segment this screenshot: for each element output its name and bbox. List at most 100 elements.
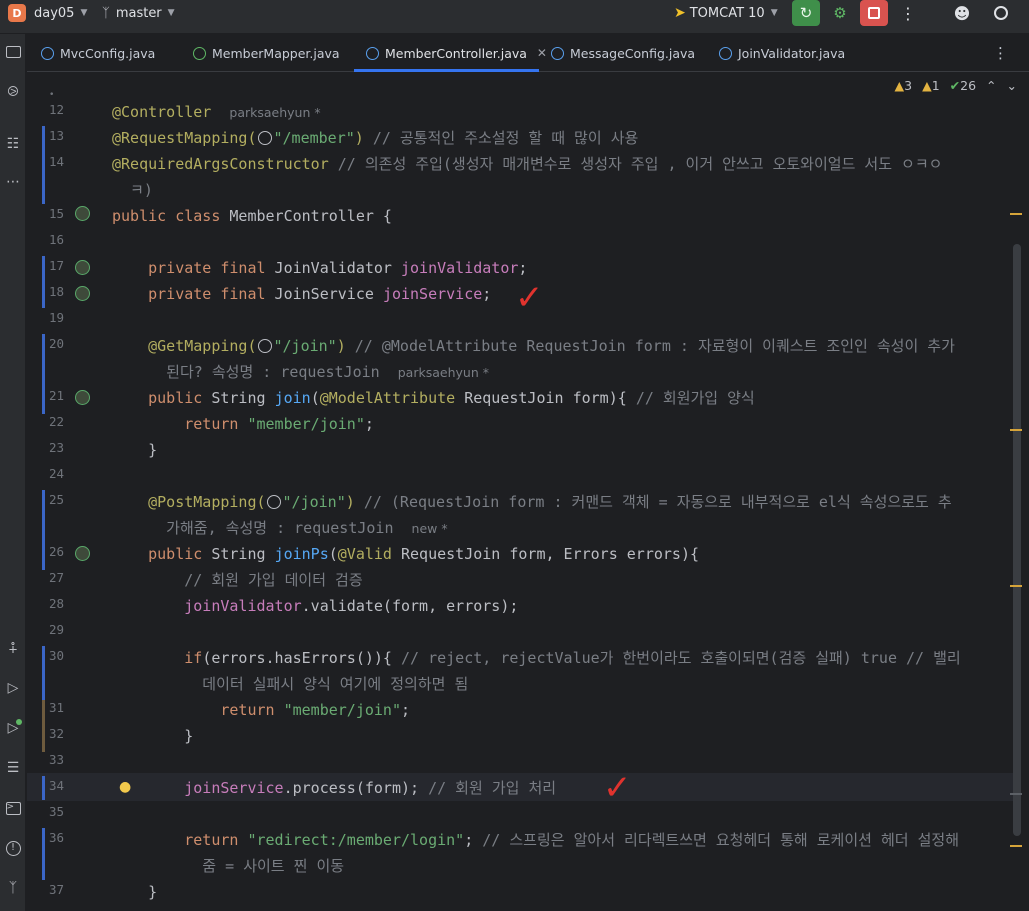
code-line-28[interactable]: joinValidator.validate(form, errors); [112, 596, 518, 616]
add-user-button[interactable]: ☻ [948, 0, 976, 26]
class-icon [41, 46, 54, 60]
more-vertical-icon: ⋮ [993, 44, 1008, 62]
run-config-selector[interactable]: ➤ TOMCAT 10 ▼ [674, 0, 778, 26]
more-actions-button[interactable]: ⋮ [894, 0, 922, 26]
marker[interactable] [1010, 793, 1022, 795]
vcs-change-bar[interactable] [42, 776, 45, 800]
code-line-26[interactable]: public String joinPs(@Valid RequestJoin … [112, 544, 699, 564]
vcs-change-bar[interactable] [42, 700, 45, 752]
code-line-30[interactable]: if(errors.hasErrors()){ // reject, rejec… [112, 648, 960, 668]
code-line-14-wrap[interactable]: ㅋ) [112, 180, 153, 200]
warning-icon: ▲ [894, 78, 905, 93]
code-line-14[interactable]: @RequiredArgsConstructor // 의존성 주입(생성자 매… [112, 154, 942, 174]
vertical-scrollbar[interactable] [1013, 244, 1021, 836]
vcs-change-bar[interactable] [42, 646, 45, 700]
vcs-change-bar[interactable] [42, 334, 45, 414]
line-number: 30 [49, 648, 65, 663]
red-checkmark: ✓ [515, 278, 544, 318]
bug-icon: ⚙ [833, 4, 847, 22]
tab-mvcconfig[interactable]: MvcConfig.java [41, 34, 155, 72]
vcs-change-bar[interactable] [42, 256, 45, 308]
code-line-21[interactable]: public String join(@ModelAttribute Reque… [112, 388, 755, 408]
project-selector[interactable]: D day05 ▼ [8, 0, 87, 26]
code-line-23[interactable]: } [112, 440, 157, 460]
stop-button[interactable] [860, 0, 888, 26]
code-line-27[interactable]: // 회원 가입 데이터 검증 [112, 570, 362, 590]
layers-icon[interactable]: ☰ [3, 758, 23, 778]
chevron-up-icon[interactable]: ⌃ [986, 78, 996, 93]
author-hint: parksaehyun * [229, 105, 321, 120]
terminal-icon[interactable]: > [3, 798, 23, 818]
code-line-25[interactable]: @PostMapping("/join") // (RequestJoin fo… [112, 492, 952, 512]
inspection-widget[interactable]: ▲3 ▲1 ✔26 ⌃ ⌄ [894, 78, 1017, 93]
tabs-menu-button[interactable]: ⋮ [993, 34, 1008, 72]
line-number: 27 [49, 570, 65, 585]
code-line-25-wrap[interactable]: 가해줌, 속성명 : requestJoin new * [112, 518, 447, 539]
project-icon[interactable] [3, 42, 23, 62]
problems-icon[interactable]: ! [3, 838, 23, 858]
web-endpoint-icon[interactable] [75, 390, 90, 405]
code-line-31[interactable]: return "member/join"; [112, 700, 410, 720]
search-icon [994, 6, 1008, 20]
line-number: 16 [49, 232, 65, 247]
chevron-down-icon[interactable]: ⌄ [1007, 78, 1017, 93]
line-number: 36 [49, 830, 65, 845]
structure-icon[interactable]: ☷ [3, 134, 23, 154]
code-line-30-wrap[interactable]: 데이터 실패시 양식 여기에 정의하면 됨 [112, 674, 468, 694]
code-line-15[interactable]: public class MemberController { [112, 206, 392, 226]
commit-icon[interactable]: ⧁ [3, 82, 23, 102]
code-line-32[interactable]: } [112, 726, 193, 746]
autowired-icon[interactable] [75, 286, 90, 301]
class-icon [366, 46, 379, 60]
code-line-12[interactable]: @Controller parksaehyun * [112, 102, 321, 123]
close-icon[interactable]: ✕ [537, 46, 547, 60]
code-line-34[interactable]: joinService.process(form); // 회원 가입 처리 [112, 778, 556, 798]
branch-selector[interactable]: ᛉ master ▼ [102, 0, 175, 26]
warning-marker[interactable] [1010, 585, 1022, 587]
vcs-change-bar[interactable] [42, 828, 45, 880]
red-checkmark: ✓ [603, 768, 632, 808]
tab-label: MvcConfig.java [60, 45, 156, 61]
line-number: 28 [49, 596, 65, 611]
globe-icon [257, 131, 272, 145]
code-line-36-wrap[interactable]: 줌 = 사이트 찐 이동 [112, 856, 344, 876]
code-line-20[interactable]: @GetMapping("/join") // @ModelAttribute … [112, 336, 955, 356]
debug-button[interactable]: ⚙ [826, 0, 854, 26]
line-number: 22 [49, 414, 65, 429]
services-icon[interactable]: ▷ [3, 678, 23, 698]
warning-marker[interactable] [1010, 845, 1022, 847]
rerun-button[interactable]: ↻ [792, 0, 820, 26]
code-line-22[interactable]: return "member/join"; [112, 414, 374, 434]
code-line-17[interactable]: private final JoinValidator joinValidato… [112, 258, 527, 278]
vcs-change-bar[interactable] [42, 126, 45, 204]
code-line-20-wrap[interactable]: 된다? 속성명 : requestJoin parksaehyun * [112, 362, 489, 383]
line-number: 12 [49, 102, 65, 117]
line-number: 32 [49, 726, 65, 741]
web-endpoint-icon[interactable] [75, 546, 90, 561]
more-tools-icon[interactable]: ⋯ [3, 172, 23, 192]
autowired-icon[interactable] [75, 260, 90, 275]
code-line-13[interactable]: @RequestMapping("/member") // 공통적인 주소설정 … [112, 128, 638, 148]
git-icon[interactable]: ᛉ [3, 878, 23, 898]
search-button[interactable] [987, 0, 1015, 26]
warning-marker[interactable] [1010, 429, 1022, 431]
line-number: 24 [49, 466, 65, 481]
warning-marker[interactable] [1010, 213, 1022, 215]
spring-bean-icon[interactable] [75, 206, 90, 221]
vcs-change-bar[interactable] [42, 490, 45, 570]
code-line-36[interactable]: return "redirect:/member/login"; // 스프링은… [112, 830, 959, 850]
line-number: 17 [49, 258, 65, 273]
run-icon[interactable]: ▷ [3, 718, 23, 738]
tab-messageconfig[interactable]: MessageConfig.java [551, 34, 695, 72]
tab-membermapper[interactable]: MemberMapper.java [193, 34, 340, 72]
line-number: 19 [49, 310, 65, 325]
code-editor[interactable]: ▲3 ▲1 ✔26 ⌃ ⌄ ● • 12 13 14 15 16 17 18 19 20 21 22 2… [27, 72, 1029, 911]
tab-membercontroller[interactable]: MemberController.java ✕ [366, 34, 547, 72]
code-line-37[interactable]: } [112, 882, 157, 902]
build-icon[interactable]: ⨢ [3, 638, 23, 658]
line-number: 23 [49, 440, 65, 455]
interface-icon [193, 46, 206, 60]
line-number: 37 [49, 882, 65, 897]
code-line-18[interactable]: private final JoinService joinService; [112, 284, 491, 304]
tab-joinvalidator[interactable]: JoinValidator.java [719, 34, 845, 72]
